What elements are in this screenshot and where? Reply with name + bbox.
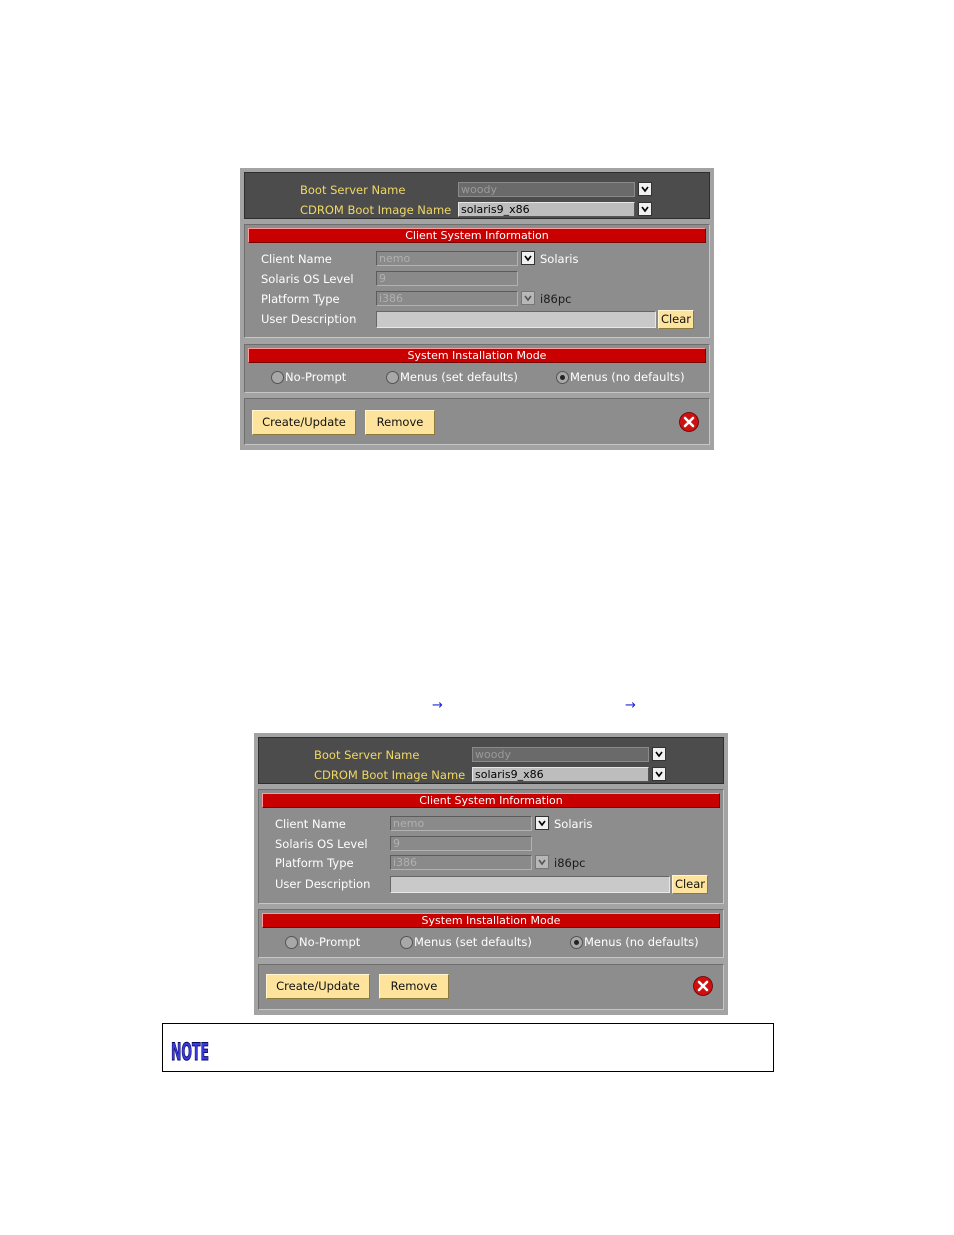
radio-menus-no-defaults-label: Menus (no defaults)	[570, 370, 685, 384]
cdrom-label: CDROM Boot Image Name	[300, 203, 452, 217]
mode-section-title: System Installation Mode	[248, 348, 706, 363]
client-section-title: Client System Information	[262, 793, 720, 808]
boot-server-label: Boot Server Name	[314, 748, 420, 762]
cdrom-field[interactable]: solaris9_x86	[472, 767, 649, 782]
chevron-down-icon	[524, 255, 532, 262]
user-desc-label: User Description	[261, 312, 357, 326]
cdrom-dropdown[interactable]	[652, 767, 666, 781]
note-icon-text: NOTE	[171, 1038, 209, 1064]
platform-field: i386	[390, 855, 532, 870]
radio-menus-set-defaults-label: Menus (set defaults)	[414, 935, 532, 949]
boot-server-dropdown[interactable]	[638, 182, 652, 196]
boot-server-field: woody	[458, 182, 635, 197]
platform-label: Platform Type	[261, 292, 340, 306]
platform-suffix: i86pc	[554, 856, 586, 870]
client-name-label: Client Name	[261, 252, 332, 266]
chevron-down-icon	[524, 295, 532, 302]
cdrom-field[interactable]: solaris9_x86	[458, 202, 635, 217]
install-mode-section: System Installation Mode No-Prompt Menus…	[258, 909, 724, 958]
os-level-label: Solaris OS Level	[275, 837, 368, 851]
os-level-field: 9	[376, 271, 518, 286]
chevron-down-icon	[655, 751, 663, 758]
platform-field: i386	[376, 291, 518, 306]
chevron-down-icon	[641, 206, 649, 213]
radio-menus-no-defaults-label: Menus (no defaults)	[584, 935, 699, 949]
boot-server-dropdown[interactable]	[652, 747, 666, 761]
user-desc-label: User Description	[275, 877, 371, 891]
client-name-label: Client Name	[275, 817, 346, 831]
platform-label: Platform Type	[275, 856, 354, 870]
create-update-button[interactable]: Create/Update	[252, 410, 356, 435]
client-info-section: Client System Information Client Name ne…	[258, 789, 724, 904]
client-dialog-1: Boot Server Name woody CDROM Boot Image …	[240, 168, 714, 450]
close-icon[interactable]	[679, 412, 699, 432]
platform-dropdown	[535, 855, 549, 869]
action-bar: Create/Update Remove	[244, 398, 710, 445]
radio-menus-no-defaults[interactable]	[556, 371, 569, 384]
boot-server-field: woody	[472, 747, 649, 762]
install-mode-section: System Installation Mode No-Prompt Menus…	[244, 344, 710, 393]
clear-button[interactable]: Clear	[672, 875, 708, 894]
chevron-down-icon	[538, 820, 546, 827]
radio-menus-no-defaults[interactable]	[570, 936, 583, 949]
os-level-label: Solaris OS Level	[261, 272, 354, 286]
chevron-down-icon	[538, 859, 546, 866]
user-desc-field[interactable]	[390, 876, 670, 893]
mode-section-title: System Installation Mode	[262, 913, 720, 928]
radio-no-prompt[interactable]	[271, 371, 284, 384]
client-info-section: Client System Information Client Name ne…	[244, 224, 710, 338]
chevron-down-icon	[655, 771, 663, 778]
client-os-label: Solaris	[540, 252, 579, 266]
client-name-dropdown[interactable]	[535, 816, 549, 830]
note-icon: NOTE	[171, 1038, 210, 1065]
radio-menus-set-defaults-label: Menus (set defaults)	[400, 370, 518, 384]
platform-suffix: i86pc	[540, 292, 572, 306]
chevron-down-icon	[641, 186, 649, 193]
boot-server-label: Boot Server Name	[300, 183, 406, 197]
boot-server-panel: Boot Server Name woody CDROM Boot Image …	[244, 172, 710, 219]
cdrom-label: CDROM Boot Image Name	[314, 768, 466, 782]
arrow-icon: →	[625, 698, 636, 713]
user-desc-field[interactable]	[376, 311, 656, 328]
client-name-field: nemo	[390, 816, 532, 831]
client-name-field: nemo	[376, 251, 518, 266]
radio-no-prompt[interactable]	[285, 936, 298, 949]
action-bar: Create/Update Remove	[258, 964, 724, 1010]
clear-button[interactable]: Clear	[658, 310, 694, 329]
remove-button[interactable]: Remove	[365, 410, 435, 435]
cdrom-dropdown[interactable]	[638, 202, 652, 216]
note-box: NOTE	[162, 1023, 774, 1072]
radio-no-prompt-label: No-Prompt	[285, 370, 347, 384]
remove-button[interactable]: Remove	[379, 974, 449, 999]
os-level-field: 9	[390, 836, 532, 851]
radio-menus-set-defaults[interactable]	[400, 936, 413, 949]
radio-no-prompt-label: No-Prompt	[299, 935, 361, 949]
boot-server-panel: Boot Server Name woody CDROM Boot Image …	[258, 737, 724, 784]
arrow-icon: →	[432, 698, 443, 713]
client-name-dropdown[interactable]	[521, 251, 535, 265]
create-update-button[interactable]: Create/Update	[266, 974, 370, 999]
platform-dropdown	[521, 291, 535, 305]
close-icon[interactable]	[693, 976, 713, 996]
client-dialog-2: Boot Server Name woody CDROM Boot Image …	[254, 733, 728, 1015]
client-os-label: Solaris	[554, 817, 593, 831]
client-section-title: Client System Information	[248, 228, 706, 243]
radio-menus-set-defaults[interactable]	[386, 371, 399, 384]
